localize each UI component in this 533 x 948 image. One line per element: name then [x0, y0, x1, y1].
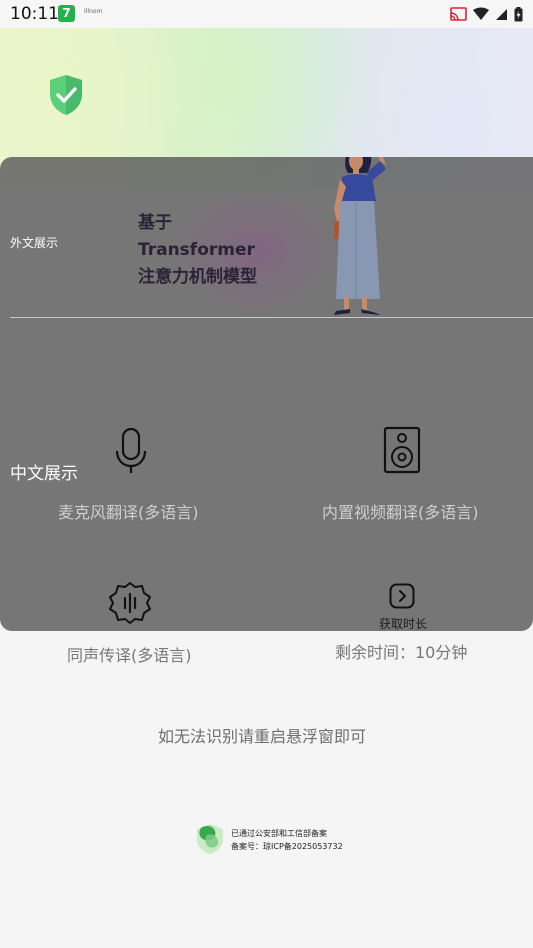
- battery-icon: [514, 6, 523, 21]
- clock: 10:11: [10, 4, 59, 24]
- status-icons: [450, 6, 523, 22]
- filing-line: 已通过公安部和工信部备案: [231, 829, 327, 838]
- signal-icon: [496, 9, 507, 20]
- shield-check-icon: [50, 75, 82, 115]
- microphone-icon[interactable]: [114, 427, 148, 475]
- tagline-line: Transformer: [138, 240, 255, 260]
- microphone-translate-button[interactable]: 麦克风翻译(多语言): [58, 499, 199, 523]
- woman-illustration: [334, 157, 386, 315]
- police-badge-icon: [197, 824, 223, 854]
- cast-icon: [450, 7, 467, 21]
- status-bar: 10:11 7 Illnom: [0, 0, 533, 28]
- remaining-time: 剩余时间：10分钟: [335, 643, 468, 662]
- app-notification-icon: 7: [58, 5, 75, 22]
- filing-number: 备案号：琼ICP备2025053732: [231, 842, 343, 851]
- foreign-text-label: 外文展示: [10, 236, 59, 250]
- arrow-right-icon[interactable]: [389, 583, 415, 609]
- tagline-line: 基于: [138, 213, 172, 233]
- speaker-icon[interactable]: [383, 426, 421, 474]
- floating-translation-window[interactable]: 外文展示 基于 Transformer 注意力机制模型 中文展示 麦克风翻译(多…: [0, 157, 533, 631]
- hint-text: 如无法识别请重启悬浮窗即可: [158, 727, 367, 746]
- simultaneous-interpret-button[interactable]: 同声传译(多语言): [67, 642, 192, 666]
- tagline-line: 注意力机制模型: [138, 267, 257, 287]
- divider: [10, 317, 533, 318]
- sound-wave-icon[interactable]: [108, 581, 152, 625]
- wifi-icon: [473, 7, 489, 20]
- chinese-text-label: 中文展示: [10, 464, 78, 484]
- model-tagline: 基于 Transformer 注意力机制模型: [138, 210, 257, 291]
- video-translate-button[interactable]: 内置视频翻译(多语言): [322, 499, 479, 523]
- get-time-button[interactable]: 获取时长: [379, 615, 427, 631]
- filing-info: 已通过公安部和工信部备案 备案号：琼ICP备2025053732: [231, 827, 343, 853]
- notification-text: Illnom: [84, 8, 103, 15]
